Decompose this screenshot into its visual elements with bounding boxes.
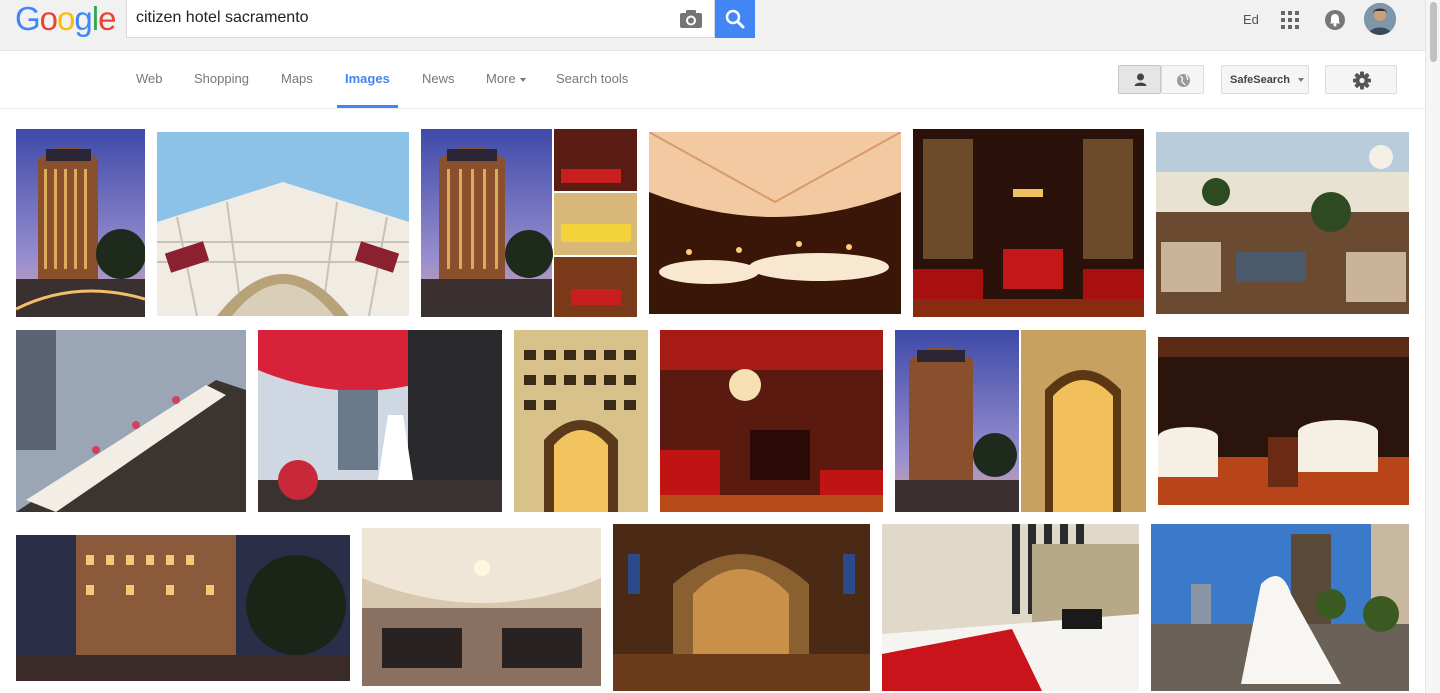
image-result[interactable] [157,132,409,316]
image-result[interactable] [514,330,648,512]
safesearch-label: SafeSearch [1230,74,1290,86]
settings-button[interactable] [1325,65,1397,94]
logo-letter: G [15,0,41,37]
chevron-down-icon [519,77,526,82]
avatar[interactable] [1364,3,1396,35]
tab-web[interactable]: Web [136,71,163,86]
search-box [126,0,715,38]
active-tab-indicator [337,105,398,108]
image-result[interactable] [362,528,601,686]
notifications-bell-icon[interactable] [1325,10,1345,30]
tab-shopping[interactable]: Shopping [194,71,249,86]
camera-icon[interactable] [678,7,704,31]
apps-grid-icon[interactable] [1281,11,1299,29]
image-result[interactable] [882,524,1139,691]
safesearch-dropdown[interactable]: SafeSearch [1221,65,1309,94]
image-result[interactable] [1151,524,1409,691]
scrollbar-thumb[interactable] [1430,2,1437,62]
personal-results-button[interactable] [1118,65,1161,94]
search-input[interactable] [136,6,656,30]
account-name[interactable]: Ed [1243,12,1259,27]
tab-maps[interactable]: Maps [281,71,313,86]
image-result[interactable] [895,330,1146,512]
image-result[interactable] [660,330,883,512]
search-button[interactable] [715,0,755,38]
vertical-scrollbar[interactable] [1425,0,1440,693]
person-icon [1134,73,1147,86]
google-logo[interactable]: Google [15,0,116,38]
page: Google Ed [0,0,1440,693]
logo-letter: e [98,0,116,37]
hide-personal-results-button[interactable] [1161,65,1204,94]
globe-icon [1177,74,1190,87]
image-result[interactable] [16,330,246,512]
image-result[interactable] [649,132,901,314]
image-result[interactable] [258,330,502,512]
tab-more[interactable]: More [486,71,526,86]
search-tabs-bar: Web Shopping Maps Images News More Searc… [0,50,1425,109]
logo-letter: g [74,0,92,37]
tab-more-label: More [486,71,516,86]
top-header: Google Ed [0,0,1440,50]
tab-news[interactable]: News [422,71,455,86]
gear-icon [1353,71,1371,90]
chevron-down-icon [1298,78,1304,82]
image-result[interactable] [421,129,637,317]
image-result[interactable] [1158,337,1409,505]
image-result[interactable] [16,129,145,317]
logo-letter: o [57,0,75,37]
tab-search-tools[interactable]: Search tools [556,71,628,86]
image-result[interactable] [613,524,870,691]
image-result[interactable] [1156,132,1409,314]
image-result[interactable] [913,129,1144,317]
image-result[interactable] [16,535,350,681]
logo-letter: o [39,0,58,37]
tab-images[interactable]: Images [345,71,390,86]
search-icon [725,9,745,29]
